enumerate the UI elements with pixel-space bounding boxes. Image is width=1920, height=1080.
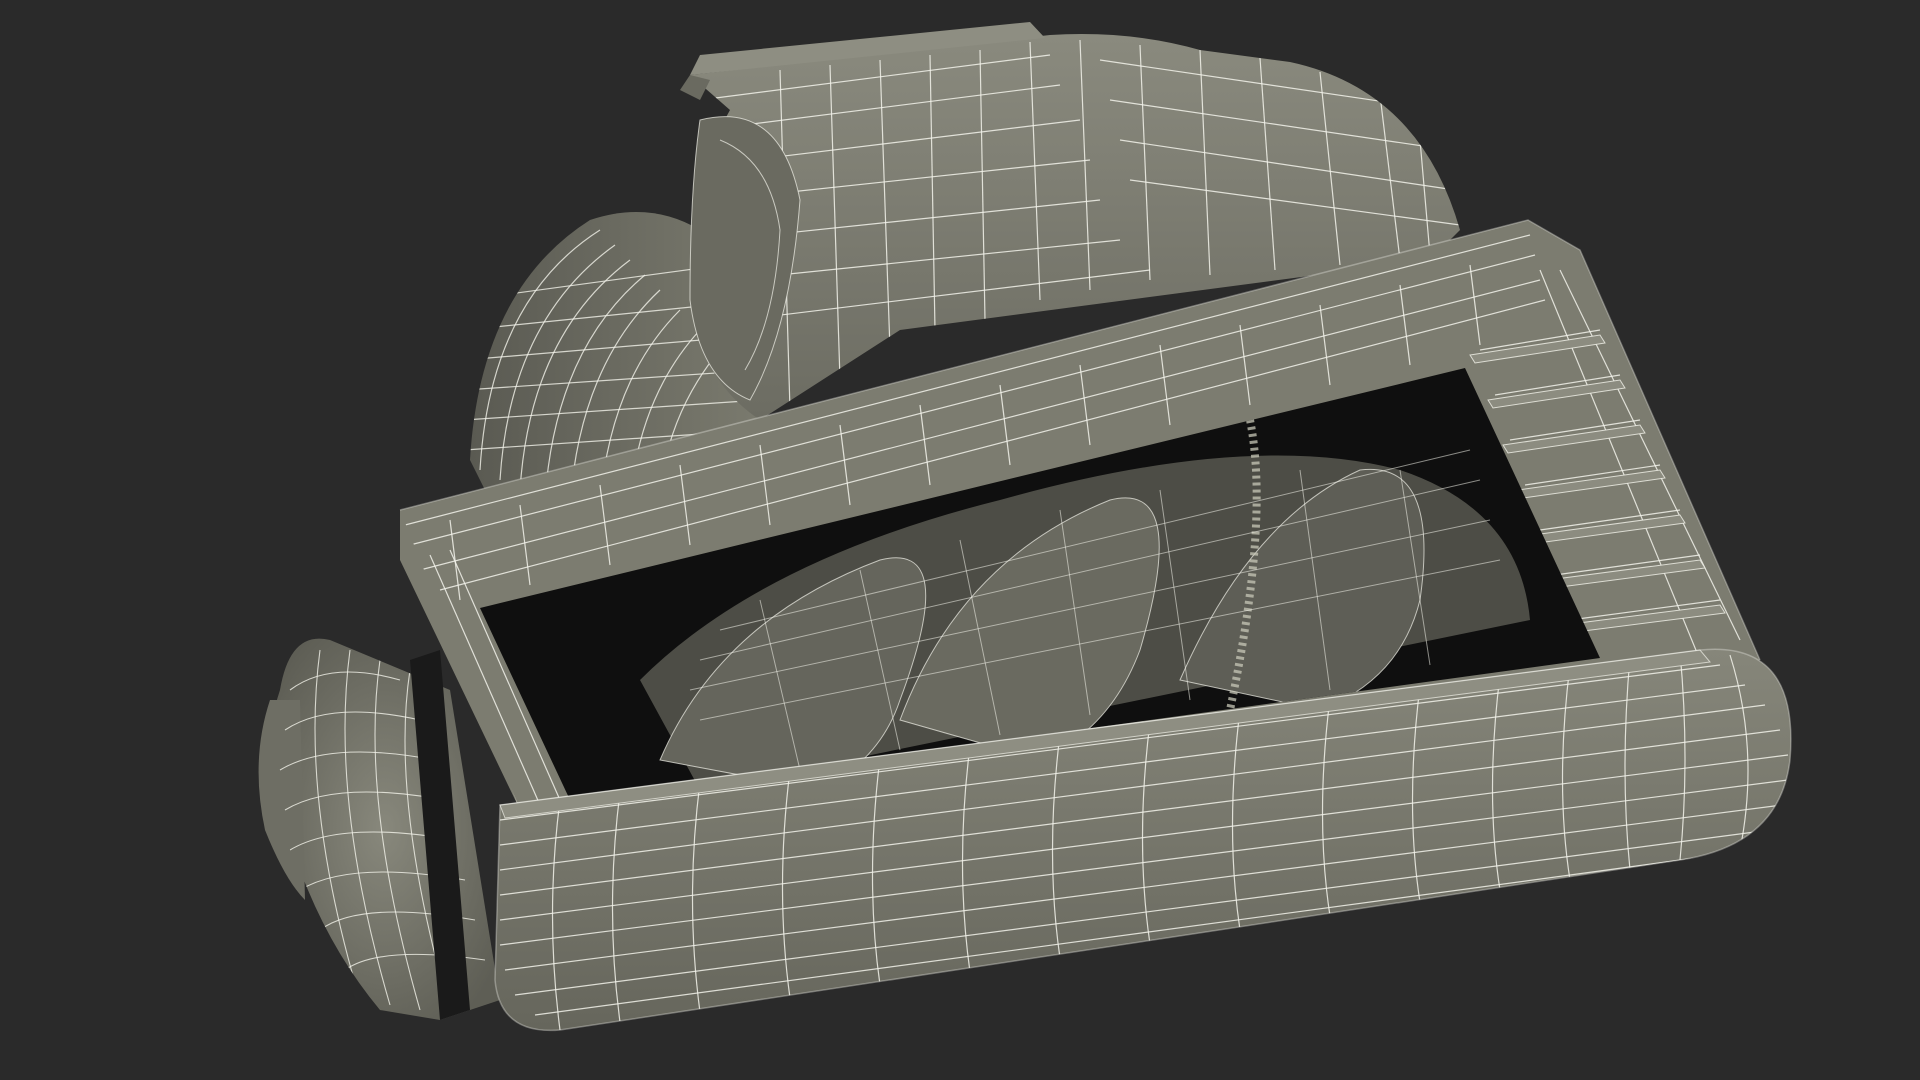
wireframe-model [0,0,1920,1080]
render-viewport [0,0,1920,1080]
